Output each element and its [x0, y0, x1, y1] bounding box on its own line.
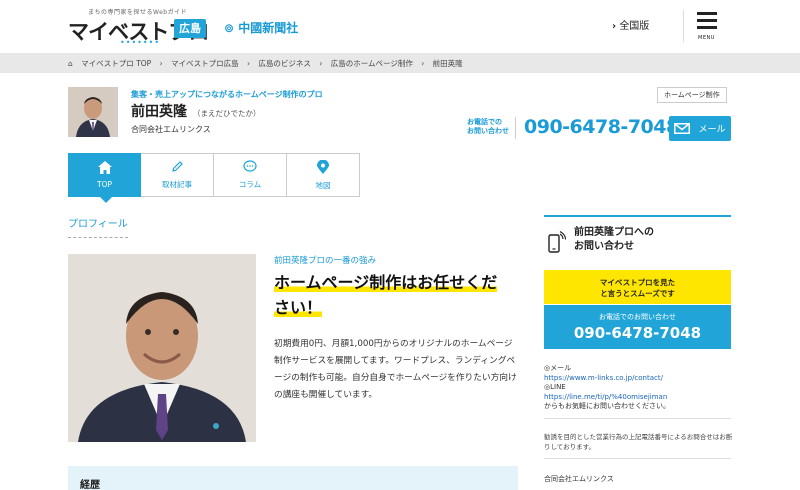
tab-column[interactable]: コラム [214, 153, 287, 197]
logo-dots-decoration: ••••••• [120, 38, 161, 47]
breadcrumb-item-current: 前田英隆 [432, 59, 463, 68]
chat-icon [243, 160, 257, 172]
line-url-link[interactable]: https://line.me/ti/p/%40omisejiman [544, 393, 670, 403]
sidebar-contact-title: 前田英隆プロへの お問い合わせ [574, 226, 654, 254]
newspaper-name: 中國新聞社 [238, 21, 299, 35]
mail-button[interactable]: メール [669, 116, 731, 141]
tab-map[interactable]: 地図 [287, 153, 360, 197]
smartphone-icon [548, 231, 567, 257]
phone-number[interactable]: 090-6478-7048 [524, 116, 679, 138]
sidebar-company-name: 合同会社エムリンクス [544, 475, 614, 483]
sidebar-phone-number: 090-6478-7048 [573, 324, 702, 342]
logo-area-badge: 広島 [174, 19, 206, 38]
profile-name: 前田英隆 [131, 104, 187, 120]
partner-newspaper-logo: ⊚ 中國新聞社 [224, 19, 298, 36]
breadcrumb-separator: › [247, 59, 251, 68]
section-title-profile: プロフィール [68, 219, 128, 230]
strength-headline-line1: ホームページ制作はお任せくだ [274, 273, 498, 292]
phone-label-line1: お電話での [467, 118, 502, 126]
tab-top[interactable]: TOP [68, 153, 141, 197]
sidebar-contact-title-line1: 前田英隆プロへの [574, 227, 654, 238]
section-underline [68, 237, 128, 238]
mail-heading: ◎メール [544, 364, 572, 372]
profile-description: 初期費用0円、月額1,000円からのオリジナルのホームページ制作サービスを展開し… [274, 339, 517, 400]
phone-divider [515, 117, 516, 139]
breadcrumb-separator: › [319, 59, 323, 68]
phone-label-line2: お問い合わせ [467, 127, 509, 135]
sales-call-notice: 勧誘を目的とした営業行為の上記電話番号によるお問合せはお断りしております。 [544, 433, 733, 451]
tab-interview-label: 取材記事 [162, 180, 192, 189]
breadcrumb-separator: › [421, 59, 425, 68]
sidebar-phone-label: お電話でのお問い合わせ [599, 313, 676, 321]
line-heading: ◎LINE [544, 383, 566, 391]
home-icon [97, 161, 112, 174]
strength-headline: ホームページ制作はお任せくだ さい！ [274, 270, 520, 320]
newspaper-mark-icon: ⊚ [224, 21, 239, 35]
mybestpro-mention-note: マイベストプロを見た と言うとスムーズです [544, 270, 731, 304]
career-label: 経歴 [80, 480, 100, 490]
breadcrumb-item-top[interactable]: マイベストプロ TOP [81, 59, 151, 68]
breadcrumb-item-hiroshima[interactable]: マイベストプロ広島 [171, 59, 239, 68]
envelope-icon [674, 123, 691, 134]
mail-button-label: メール [698, 125, 726, 135]
mail-url-link[interactable]: https://www.m-links.co.jp/contact/ [544, 374, 670, 384]
pencil-icon [171, 161, 183, 172]
breadcrumb-item-business[interactable]: 広島のビジネス [258, 59, 311, 68]
logo-tagline: まちの専門家を探せるWebガイド [88, 9, 188, 16]
sidebar-top-rule [544, 215, 731, 217]
strength-label: 前田英隆プロの一番の強み [274, 256, 377, 266]
sidebar-contact-links: ◎メール https://www.m-links.co.jp/contact/ … [544, 364, 670, 412]
tab-top-label: TOP [96, 180, 112, 189]
header-divider [683, 10, 684, 42]
profile-tagline: 集客・売上アップにつながるホームページ制作のプロ [131, 90, 323, 99]
phone-label: お電話での お問い合わせ [467, 118, 509, 136]
profile-photo [68, 254, 256, 442]
strength-headline-line2: さい！ [274, 298, 323, 317]
profile-name-kana: （まえだひでたか） [193, 109, 261, 118]
avatar [68, 87, 118, 137]
chevron-right-icon: › [612, 21, 617, 32]
sidebar-phone-button[interactable]: お電話でのお問い合わせ 090-6478-7048 [544, 305, 731, 349]
profile-tabs: TOP 取材記事 コラム 地図 [68, 153, 360, 197]
tab-column-label: コラム [238, 180, 262, 189]
map-pin-icon [317, 159, 329, 174]
menu-label: MENU [698, 35, 715, 41]
nationwide-label: 全国版 [619, 21, 650, 32]
profile-company: 合同会社エムリンクス [131, 125, 211, 134]
breadcrumb-separator: › [159, 59, 163, 68]
mention-line1: マイベストプロを見た [599, 278, 676, 287]
nationwide-link[interactable]: › 全国版 [612, 17, 649, 32]
tab-interview[interactable]: 取材記事 [141, 153, 214, 197]
sidebar-divider [544, 418, 731, 419]
active-tab-pointer [100, 197, 112, 203]
tab-map-label: 地図 [315, 180, 331, 190]
line-note: からもお気軽にお問い合わせください。 [544, 402, 670, 410]
breadcrumb: ⌂ マイベストプロ TOP › マイベストプロ広島 › 広島のビジネス › 広島… [68, 58, 469, 69]
breadcrumb-item-web[interactable]: 広島のホームページ制作 [331, 59, 413, 68]
category-badge[interactable]: ホームページ制作 [657, 87, 727, 103]
mention-line2: と言うとスムーズです [600, 289, 675, 298]
career-section-header [68, 466, 518, 490]
sidebar-contact-title-line2: お問い合わせ [574, 241, 634, 252]
hamburger-menu-icon[interactable] [697, 12, 717, 33]
sidebar-divider [544, 458, 731, 459]
home-icon: ⌂ [68, 59, 73, 68]
